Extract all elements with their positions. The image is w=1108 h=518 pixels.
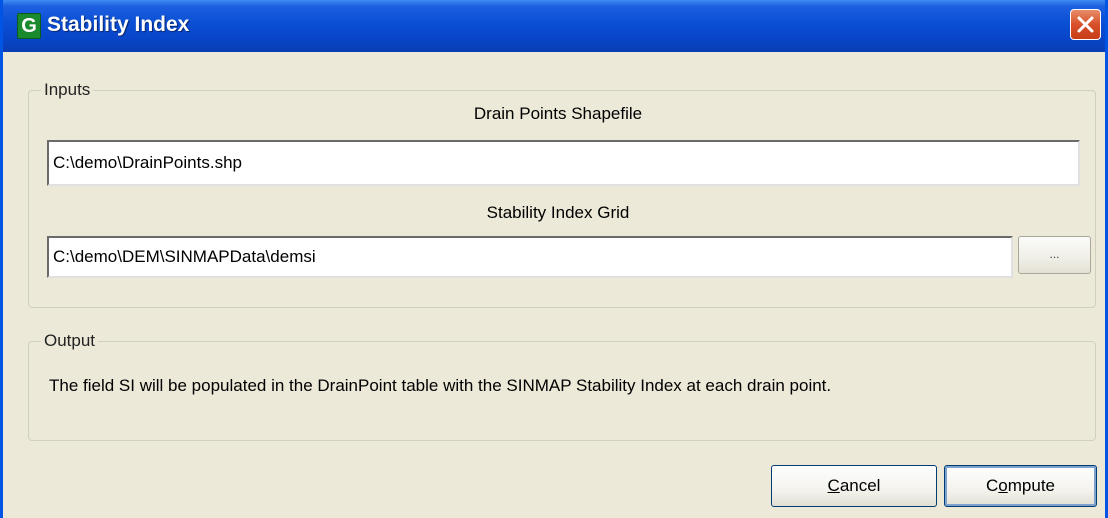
stability-index-dialog: G Stability Index Inputs Drain Points Sh… xyxy=(0,0,1108,518)
window-title: Stability Index xyxy=(47,13,190,36)
compute-label-start: C xyxy=(986,476,999,495)
cancel-label: ancel xyxy=(839,476,881,495)
stability-grid-field[interactable] xyxy=(47,236,1013,278)
output-group-label: Output xyxy=(41,331,99,351)
cancel-button[interactable]: Cancel xyxy=(771,465,937,507)
compute-label-rest: mpute xyxy=(1007,476,1055,495)
output-description: The field SI will be populated in the Dr… xyxy=(49,376,832,395)
close-button[interactable] xyxy=(1070,9,1101,40)
app-g-icon: G xyxy=(17,13,41,39)
cancel-mnemonic: C xyxy=(827,476,840,495)
drain-points-field[interactable] xyxy=(47,140,1080,186)
close-icon xyxy=(1077,16,1094,33)
compute-button[interactable]: Compute xyxy=(944,465,1097,507)
stability-grid-label: Stability Index Grid xyxy=(486,203,630,222)
inputs-group-label: Inputs xyxy=(41,80,94,100)
browse-button[interactable]: ... xyxy=(1018,236,1091,274)
compute-mnemonic: o xyxy=(998,476,1008,495)
title-bar[interactable]: G Stability Index xyxy=(3,0,1105,52)
drain-points-label: Drain Points Shapefile xyxy=(473,104,643,123)
